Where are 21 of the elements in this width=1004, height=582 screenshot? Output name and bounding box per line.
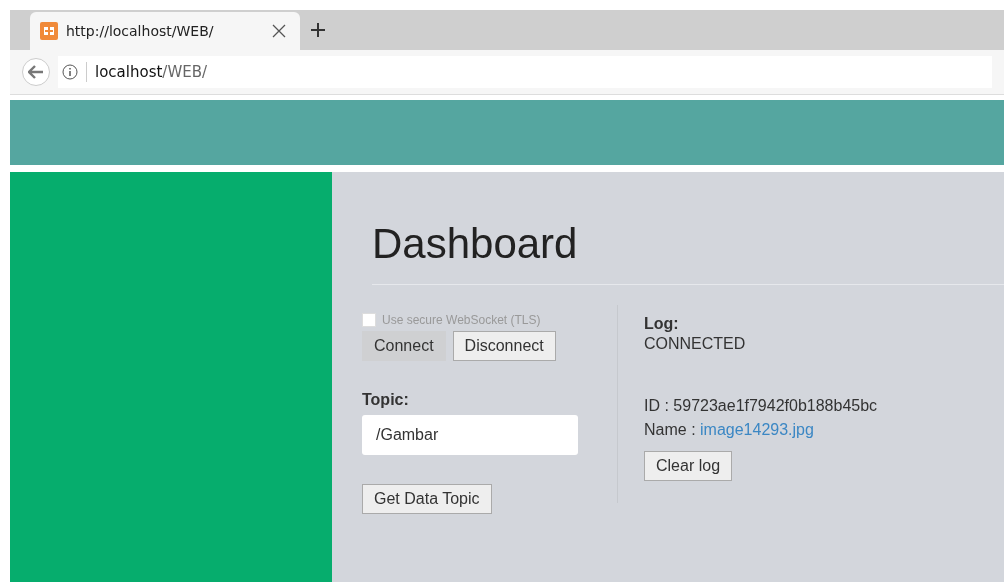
topic-field[interactable]: /Gambar (362, 415, 578, 455)
topic-label: Topic: (362, 391, 410, 409)
connection-button[interactable]: Disconnect (452, 331, 556, 361)
page-title: Dashboard (372, 220, 1004, 285)
back-arrow-icon (28, 65, 44, 79)
back-button[interactable] (22, 58, 50, 86)
app-logo-icon (40, 22, 58, 40)
checkbox-label: Use secure WebSocket (TLS) (382, 313, 541, 327)
address-bar[interactable]: localhost/WEB/ (58, 56, 992, 88)
get-data-topic-button[interactable]: Get Data Topic (362, 484, 492, 514)
url-text: localhost/WEB/ (95, 63, 208, 81)
close-icon (272, 23, 286, 38)
info-icon[interactable] (62, 64, 78, 80)
plus-icon (310, 22, 326, 38)
log-status: CONNECTED (644, 335, 747, 353)
clear-log-button[interactable]: Clear log (644, 451, 733, 481)
browser-tab[interactable]: http://localhost/WEB/ (30, 12, 300, 50)
log-name: Name : image14293.jpg (644, 421, 815, 439)
log-id: ID : 59723ae1f7942f0b188b45bc (644, 397, 878, 415)
log-label: Log: (644, 315, 680, 333)
tab-title: http://localhost/WEB/ (66, 23, 215, 39)
